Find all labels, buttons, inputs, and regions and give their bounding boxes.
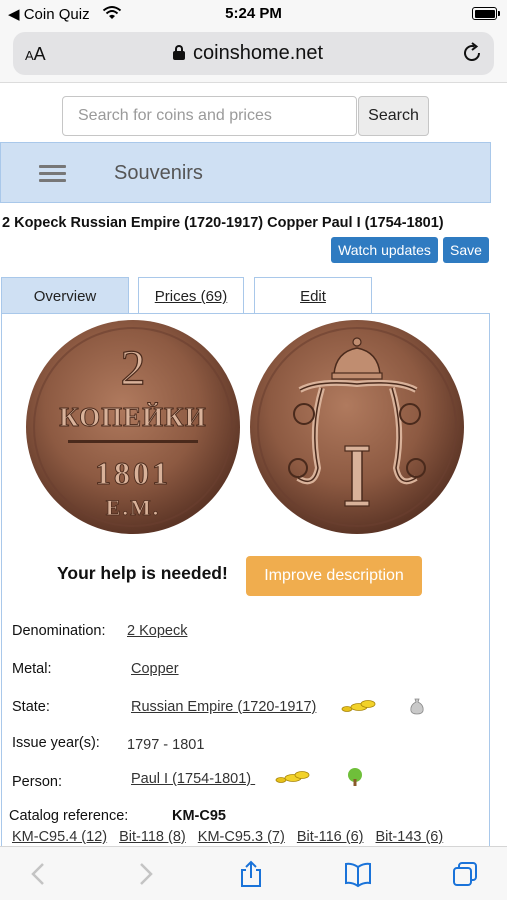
tab-edit[interactable]: Edit	[254, 277, 372, 314]
battery-icon	[472, 7, 500, 20]
denomination-label: Denomination:	[12, 623, 106, 639]
search-button[interactable]: Search	[358, 96, 429, 136]
obverse-year: 1801	[95, 455, 171, 491]
catalog-ref-link[interactable]: Bit-118 (8)	[119, 829, 186, 845]
catalog-ref-link[interactable]: Bit-143 (6)	[376, 829, 444, 845]
issue-years-label: Issue year(s):	[12, 735, 100, 751]
tabs-icon[interactable]	[450, 859, 480, 889]
page-title: 2 Kopeck Russian Empire (1720-1917) Copp…	[2, 215, 444, 231]
obverse-denomination-word: КОПЕЙКИ	[59, 402, 207, 432]
catalog-ref-link[interactable]: KM-C95.4 (12)	[12, 829, 107, 845]
denomination-link[interactable]: 2 Kopeck	[127, 623, 187, 639]
domain-text: coinshome.net	[193, 42, 324, 64]
coin-obverse-image[interactable]: 2 КОПЕЙКИ 1801 Е.М.	[24, 318, 242, 536]
tab-overview-label: Overview	[33, 288, 97, 305]
issue-years-value: 1797 - 1801	[127, 737, 205, 753]
reload-icon[interactable]	[460, 41, 484, 65]
gold-coins-icon[interactable]	[341, 698, 377, 714]
lock-icon	[173, 45, 185, 60]
tab-overview[interactable]: Overview	[1, 277, 129, 314]
metal-label: Metal:	[12, 661, 52, 677]
tab-prices[interactable]: Prices (69)	[138, 277, 244, 314]
forward-arrow-icon[interactable]	[130, 859, 160, 889]
menu-icon[interactable]	[39, 165, 67, 183]
text-size-button[interactable]: AA	[25, 44, 46, 65]
category-navbar: Souvenirs	[0, 142, 491, 203]
tab-edit-label: Edit	[300, 288, 326, 305]
help-needed-text: Your help is needed!	[57, 563, 228, 583]
browser-toolbar	[0, 846, 507, 900]
watch-updates-button[interactable]: Watch updates	[331, 237, 438, 263]
catalog-reference-value: KM-C95	[172, 808, 226, 824]
tab-prices-label: Prices (69)	[154, 288, 228, 305]
coin-reverse-image[interactable]	[248, 318, 466, 536]
gold-coins-icon[interactable]	[275, 769, 311, 785]
browser-url-bar: AA coinshome.net	[0, 28, 507, 83]
bookmarks-icon[interactable]	[343, 859, 373, 889]
clock: 5:24 PM	[225, 5, 282, 22]
catalog-ref-link[interactable]: KM-C95.3 (7)	[198, 829, 285, 845]
save-button[interactable]: Save	[443, 237, 489, 263]
state-label: State:	[12, 699, 50, 715]
person-label: Person:	[12, 774, 62, 790]
back-arrow-icon[interactable]	[24, 859, 54, 889]
improve-description-button[interactable]: Improve description	[246, 556, 422, 596]
address-field[interactable]: AA coinshome.net	[13, 32, 494, 75]
share-icon[interactable]	[236, 859, 266, 889]
money-bag-icon[interactable]	[409, 697, 425, 715]
state-link[interactable]: Russian Empire (1720-1917)	[131, 699, 316, 715]
status-bar: ◀ Coin Quiz 5:24 PM	[0, 0, 507, 28]
tree-icon[interactable]	[345, 767, 365, 787]
obverse-denomination-number: 2	[121, 339, 146, 395]
catalog-reference-label: Catalog reference:	[9, 808, 129, 824]
obverse-mintmark: Е.М.	[106, 495, 160, 520]
nav-title[interactable]: Souvenirs	[114, 162, 203, 185]
metal-link[interactable]: Copper	[131, 661, 179, 677]
catalog-ref-link[interactable]: Bit-116 (6)	[297, 829, 364, 845]
search-input[interactable]	[62, 96, 357, 136]
person-link[interactable]: Paul I (1754-1801)	[131, 771, 255, 787]
